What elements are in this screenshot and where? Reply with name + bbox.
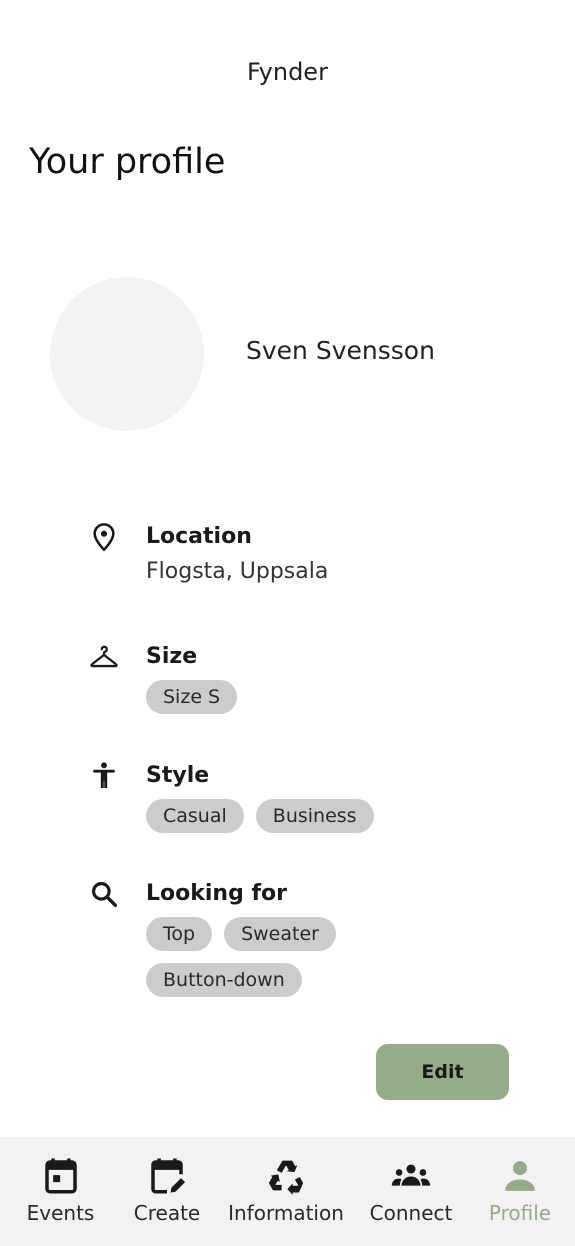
style-tag: Casual (146, 799, 244, 833)
calendar-icon (44, 1158, 77, 1194)
location-value: Flogsta, Uppsala (146, 559, 329, 584)
looking-for-tag: Sweater (224, 917, 336, 951)
nav-label-profile: Profile (488, 1201, 552, 1225)
location-label: Location (146, 524, 252, 549)
style-tag: Business (255, 799, 374, 833)
nav-label-events: Events (26, 1201, 95, 1225)
person-icon (93, 762, 115, 788)
nav-label-create: Create (133, 1201, 201, 1225)
app-title: Fynder (247, 58, 328, 86)
bottom-nav: Events Create Information Connect Profil… (0, 1137, 575, 1246)
hanger-icon (90, 645, 118, 668)
location-section: Location Flogsta, Uppsala (88, 521, 528, 591)
nav-item-connect[interactable]: Connect (362, 1137, 460, 1246)
size-label: Size (146, 644, 198, 669)
style-tags: Casual Business (146, 799, 446, 833)
size-section: Size Size S (88, 641, 528, 721)
search-icon (91, 881, 118, 908)
size-tags: Size S (146, 680, 446, 714)
avatar (50, 277, 204, 431)
looking-for-tags: Top Sweater Button-down (146, 917, 346, 997)
nav-label-connect: Connect (369, 1201, 453, 1225)
looking-for-section: Looking for Top Sweater Button-down (88, 878, 528, 1008)
nav-label-information: Information (228, 1201, 344, 1225)
style-label: Style (146, 763, 210, 788)
nav-item-events[interactable]: Events (10, 1137, 111, 1246)
looking-for-tag: Button-down (146, 963, 302, 997)
edit-button[interactable]: Edit (376, 1044, 509, 1100)
nav-item-create[interactable]: Create (122, 1137, 212, 1246)
profile-icon (505, 1161, 535, 1191)
recycle-icon (268, 1160, 304, 1195)
size-tag: Size S (146, 680, 238, 714)
nav-item-information[interactable]: Information (222, 1137, 350, 1246)
location-pin-icon (93, 523, 115, 552)
calendar-edit-icon (151, 1158, 186, 1194)
user-name: Sven Svensson (246, 336, 435, 365)
page-title: Your profile (29, 142, 226, 182)
style-section: Style Casual Business (88, 760, 528, 840)
looking-for-label: Looking for (146, 881, 288, 906)
group-icon (391, 1164, 431, 1186)
nav-item-profile[interactable]: Profile (476, 1137, 564, 1246)
looking-for-tag: Top (146, 917, 213, 951)
